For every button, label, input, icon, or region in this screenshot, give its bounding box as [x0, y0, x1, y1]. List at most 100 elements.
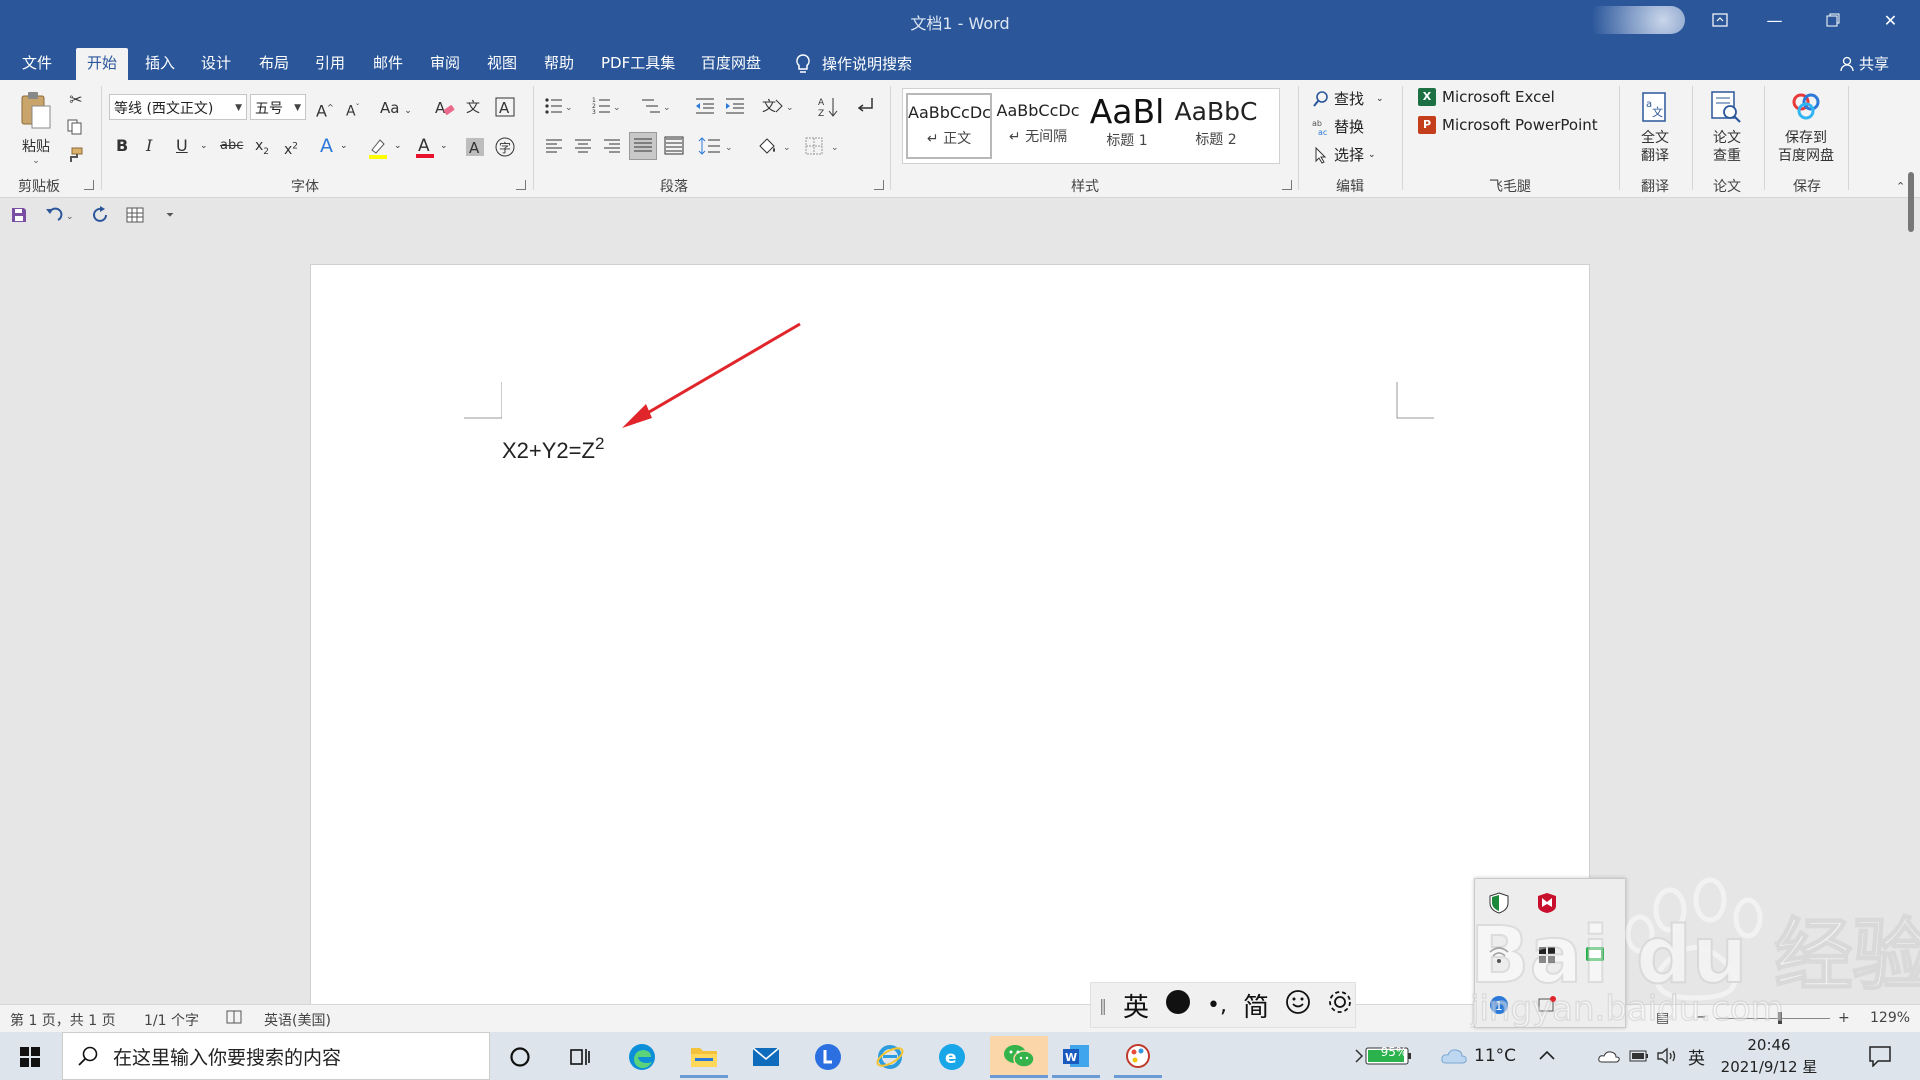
customize-qat-icon[interactable]: ⏷ — [166, 206, 174, 226]
tab-file[interactable]: 文件 — [11, 48, 63, 80]
grow-font-icon[interactable]: A^ — [316, 98, 334, 121]
word-count[interactable]: 1/1 个字 — [144, 1010, 199, 1030]
multilevel-list-button[interactable]: ⌄ — [640, 96, 672, 120]
blue-app-tray-icon[interactable]: 1 — [1479, 985, 1519, 1025]
clock[interactable]: 20:46 2021/9/12 星期日 — [1716, 1034, 1822, 1080]
enclose-characters-button[interactable]: 字 — [494, 136, 516, 162]
document-page[interactable] — [310, 264, 1590, 1004]
sort-button[interactable]: AZ — [818, 96, 840, 122]
bullets-button[interactable]: ⌄ — [544, 96, 574, 120]
font-color-dropdown-icon[interactable]: ⌄ — [440, 136, 448, 156]
shrink-font-icon[interactable]: Aˇ — [346, 98, 360, 122]
font-size-combo[interactable]: 五号 ▼ — [250, 94, 306, 120]
tell-me-search[interactable]: 操作说明搜索 — [786, 48, 923, 80]
weather-widget[interactable]: 11°C — [1440, 1032, 1516, 1080]
file-explorer-taskbar-icon[interactable] — [680, 1036, 728, 1078]
zoom-in-icon[interactable]: + — [1838, 1010, 1850, 1026]
increase-indent-button[interactable] — [724, 96, 746, 120]
italic-button[interactable]: I — [146, 136, 152, 156]
zoom-slider[interactable] — [1716, 1018, 1830, 1019]
decrease-indent-button[interactable] — [694, 96, 716, 120]
character-shading-button[interactable]: A — [464, 136, 486, 162]
zoom-out-icon[interactable]: − — [1696, 1010, 1707, 1025]
format-painter-button[interactable] — [66, 146, 84, 168]
ime-drag-handle[interactable]: ‖ — [1099, 996, 1107, 1015]
word-taskbar-icon[interactable]: W — [1052, 1036, 1100, 1078]
wifi-tray-icon[interactable] — [1479, 935, 1519, 975]
cut-icon[interactable]: ✂ — [66, 90, 86, 110]
tab-view[interactable]: 视图 — [476, 48, 528, 80]
ime-mode-toggle[interactable]: 简 — [1243, 987, 1269, 1024]
ime-width-toggle[interactable] — [1165, 989, 1191, 1022]
style-heading-2[interactable]: AaBbC 标题 2 — [1173, 93, 1259, 159]
language-status[interactable]: 英语(美国) — [264, 1010, 331, 1030]
start-button[interactable] — [6, 1036, 54, 1078]
zoom-slider-thumb[interactable] — [1778, 1012, 1782, 1024]
subscript-button[interactable]: x2 — [255, 136, 269, 162]
underline-button[interactable]: U — [176, 136, 188, 156]
shading-button[interactable]: ⌄ — [756, 136, 794, 162]
table-button[interactable] — [126, 206, 144, 229]
wechat-taskbar-icon[interactable] — [990, 1036, 1048, 1078]
distributed-button[interactable] — [664, 136, 684, 160]
strikethrough-button[interactable]: abc — [220, 136, 243, 156]
ime-punct-toggle[interactable]: •, — [1207, 993, 1227, 1018]
cortana-button[interactable] — [496, 1036, 544, 1078]
emoji-button[interactable] — [1285, 989, 1311, 1022]
onedrive-tray-icon[interactable] — [1598, 1032, 1620, 1080]
action-center-button[interactable] — [1868, 1032, 1892, 1080]
tab-baidu-netdisk[interactable]: 百度网盘 — [690, 48, 772, 80]
style-normal[interactable]: AaBbCcDc ↵ 正文 — [906, 93, 992, 159]
tab-design[interactable]: 设计 — [190, 48, 242, 80]
tab-help[interactable]: 帮助 — [533, 48, 585, 80]
font-name-combo[interactable]: 等线 (西文正文) ▼ — [109, 94, 247, 120]
underline-dropdown-icon[interactable]: ⌄ — [200, 136, 208, 156]
save-button[interactable] — [10, 206, 28, 229]
red-app-tray-icon[interactable] — [1527, 985, 1567, 1025]
paste-button[interactable]: 粘贴 ⌄ — [16, 90, 56, 166]
tab-home[interactable]: 开始 — [76, 48, 129, 80]
collapse-ribbon-icon[interactable]: ⌃ — [1896, 180, 1905, 193]
close-button[interactable]: ✕ — [1863, 0, 1918, 40]
full-translate-button[interactable]: a文 全文 翻译 — [1630, 90, 1680, 165]
clipboard-launcher[interactable] — [84, 180, 94, 190]
read-mode-icon[interactable]: ▤ — [1656, 1010, 1669, 1026]
show-hide-marks-button[interactable] — [854, 96, 876, 120]
share-button[interactable]: 共享 — [1828, 48, 1900, 80]
style-no-spacing[interactable]: AaBbCcDc ↵ 无间隔 — [995, 93, 1081, 159]
justify-button[interactable] — [629, 132, 657, 160]
clear-formatting-button[interactable]: A — [434, 98, 456, 122]
font-color-button[interactable]: A — [414, 134, 436, 164]
edge-taskbar-icon[interactable] — [618, 1036, 666, 1078]
paint-app-taskbar-icon[interactable] — [1114, 1036, 1162, 1078]
ime-tray-indicator[interactable]: 英 — [1688, 1032, 1705, 1080]
character-border-button[interactable]: A — [494, 96, 516, 122]
restore-button[interactable] — [1805, 0, 1860, 40]
superscript-button[interactable]: x2 — [284, 136, 298, 160]
style-heading-1[interactable]: AaBl 标题 1 — [1084, 93, 1170, 159]
proofing-icon[interactable] — [226, 1010, 242, 1028]
tab-references[interactable]: 引用 — [304, 48, 356, 80]
tab-layout[interactable]: 布局 — [248, 48, 300, 80]
tab-mailings[interactable]: 邮件 — [362, 48, 414, 80]
select-button[interactable]: 选择 ⌄ — [1312, 144, 1376, 165]
open-excel-button[interactable]: X Microsoft Excel — [1418, 88, 1555, 106]
ribbon-display-options-button[interactable] — [1692, 0, 1747, 40]
mail-taskbar-icon[interactable] — [742, 1036, 790, 1078]
volume-tray-icon[interactable] — [1656, 1032, 1678, 1080]
highlight-dropdown-icon[interactable]: ⌄ — [394, 136, 402, 156]
task-view-button[interactable] — [556, 1036, 604, 1078]
ime-settings-button[interactable] — [1327, 989, 1353, 1022]
power-tray-icon[interactable] — [1628, 1032, 1650, 1080]
line-spacing-button[interactable]: ⌄ — [698, 136, 738, 160]
page-count[interactable]: 第 1 页，共 1 页 — [10, 1010, 116, 1030]
zoom-level[interactable]: 129% — [1870, 1010, 1910, 1026]
tab-insert[interactable]: 插入 — [134, 48, 186, 80]
account-avatar[interactable] — [1575, 6, 1685, 34]
save-to-baidu-button[interactable]: 保存到 百度网盘 — [1770, 90, 1842, 165]
change-case-button[interactable]: Aa ⌄ — [380, 98, 412, 121]
vertical-scrollbar-thumb[interactable] — [1908, 172, 1914, 232]
text-effects-dropdown-icon[interactable]: ⌄ — [340, 136, 348, 156]
browser-e-taskbar-icon[interactable]: e — [928, 1036, 976, 1078]
tab-review[interactable]: 审阅 — [419, 48, 471, 80]
